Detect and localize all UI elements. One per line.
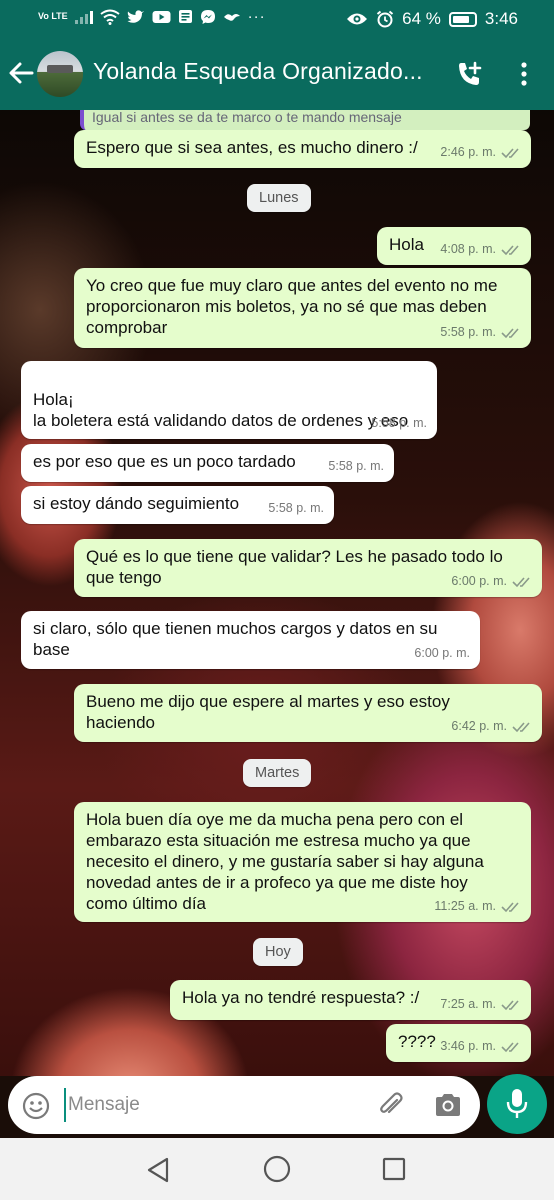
double-check-icon (501, 1041, 519, 1052)
message-text: Hola¡ la boletera está validando datos d… (33, 390, 409, 430)
double-check-icon (512, 721, 530, 732)
nav-home-icon[interactable] (263, 1155, 291, 1183)
camera-icon[interactable] (434, 1092, 462, 1118)
message-time: 7:25 a. m. (440, 997, 496, 1011)
quoted-message-preview[interactable]: Igual si antes se da te marco o te mando… (80, 110, 530, 130)
twitter-icon (127, 10, 144, 23)
bird-app-icon (223, 13, 240, 21)
double-check-icon (501, 999, 519, 1010)
message-time: 11:25 a. m. (434, 899, 496, 913)
back-arrow-icon[interactable] (8, 58, 34, 88)
battery-icon (448, 11, 477, 27)
message-time: 2:46 p. m. (440, 145, 496, 159)
attach-icon[interactable] (376, 1090, 406, 1120)
voice-message-button[interactable] (487, 1074, 547, 1134)
message-incoming[interactable]: si estoy dándo seguimiento 5:58 p. m. (21, 486, 334, 524)
more-options-icon[interactable] (514, 60, 534, 88)
message-text: si claro, sólo que tienen muchos cargos … (33, 619, 438, 659)
microphone-icon (506, 1089, 528, 1118)
day-separator: Martes (243, 759, 312, 787)
message-incoming[interactable]: es por eso que es un poco tardado 5:58 p… (21, 444, 394, 482)
message-composer (8, 1076, 480, 1134)
chat-header: Yolanda Esqueda Organizado... (0, 38, 554, 110)
message-outgoing[interactable]: Hola buen día oye me da mucha pena pero … (74, 802, 531, 922)
emoji-icon[interactable] (22, 1092, 50, 1120)
wifi-icon (100, 9, 120, 25)
nav-recents-icon[interactable] (382, 1157, 406, 1181)
message-outgoing[interactable]: Qué es lo que tiene que validar? Les he … (74, 539, 542, 597)
message-time: 3:46 p. m. (440, 1039, 496, 1053)
double-check-icon (501, 327, 519, 338)
message-time: 5:58 p. m. (268, 501, 324, 515)
clock: 3:46 (484, 9, 518, 28)
alarm-icon (377, 10, 394, 28)
volte-indicator: Vo LTE (38, 11, 68, 21)
system-nav-bar (0, 1138, 554, 1200)
message-time: 5:58 p. m. (328, 459, 384, 473)
messenger-icon (200, 9, 215, 24)
message-incoming[interactable]: Hola¡ la boletera está validando datos d… (21, 361, 437, 439)
day-separator: Hoy (253, 938, 303, 966)
more-notifications-icon: ··· (247, 8, 266, 25)
double-check-icon (512, 576, 530, 587)
message-time: 5:58 p. m. (440, 325, 496, 339)
message-time: 5:58 p. m. (371, 416, 427, 430)
message-outgoing[interactable]: Hola 4:08 p. m. (377, 227, 531, 265)
youtube-icon (152, 10, 171, 23)
chat-area[interactable]: Igual si antes se da te marco o te mando… (0, 110, 554, 1076)
add-call-icon[interactable] (456, 60, 484, 88)
message-time: 6:00 p. m. (414, 646, 470, 660)
status-bar: Vo LTE ··· 64 % 3:46 (0, 0, 554, 38)
double-check-icon (501, 147, 519, 158)
battery-percent: 64 % (402, 9, 441, 28)
message-outgoing[interactable]: Bueno me dijo que espere al martes y eso… (74, 684, 542, 742)
message-incoming[interactable]: si claro, sólo que tienen muchos cargos … (21, 611, 480, 669)
nav-back-icon[interactable] (146, 1157, 170, 1183)
message-time: 6:00 p. m. (451, 574, 507, 588)
double-check-icon (501, 244, 519, 255)
message-outgoing[interactable]: Yo creo que fue muy claro que antes del … (74, 268, 531, 348)
message-time: 6:42 p. m. (451, 719, 507, 733)
message-outgoing[interactable]: ???? 3:46 p. m. (386, 1024, 531, 1062)
day-separator: Lunes (247, 184, 311, 212)
newspaper-icon (178, 10, 192, 23)
message-input[interactable] (64, 1088, 364, 1122)
message-time: 4:08 p. m. (440, 242, 496, 256)
message-outgoing[interactable]: Espero que si sea antes, es mucho dinero… (74, 130, 531, 168)
double-check-icon (501, 901, 519, 912)
signal-strength-icon (74, 10, 93, 24)
message-outgoing[interactable]: Hola ya no tendré respuesta? :/ 7:25 a. … (170, 980, 531, 1020)
eye-icon (347, 13, 368, 25)
message-text: Bueno me dijo que espere al martes y eso… (86, 692, 450, 732)
avatar[interactable] (37, 51, 83, 97)
chat-title[interactable]: Yolanda Esqueda Organizado... (93, 58, 438, 85)
